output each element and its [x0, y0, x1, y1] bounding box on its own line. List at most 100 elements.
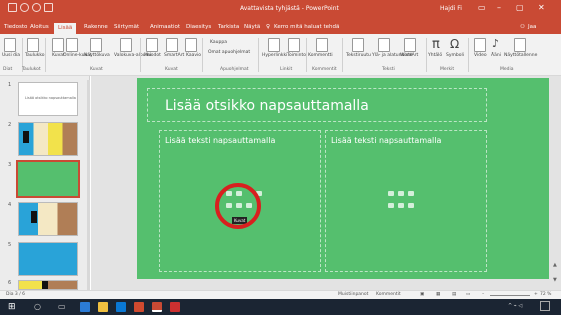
title-bar: Avattavista tyhjästä - PowerPoint Hajdi … [0, 0, 561, 22]
search-icon[interactable]: ○ [34, 302, 41, 311]
maximize-icon[interactable]: ▢ [516, 3, 524, 12]
edge-icon[interactable] [80, 302, 90, 312]
tab-nayta[interactable]: Näytä [244, 24, 260, 30]
slide-sorter-icon[interactable]: ▦ [436, 292, 440, 297]
file-explorer-icon[interactable] [98, 302, 108, 312]
share-icon[interactable]: ⚇ [520, 24, 525, 30]
slide-canvas[interactable]: Lisää otsikko napsauttamalla Lisää tekst… [137, 78, 549, 279]
close-icon[interactable]: ✕ [538, 3, 545, 12]
slide-thumbnail-2[interactable] [18, 122, 78, 156]
tab-siirtymat[interactable]: Siirtymät [114, 24, 139, 30]
present-icon[interactable] [44, 3, 53, 12]
divider [306, 38, 307, 72]
save-icon[interactable] [8, 3, 17, 12]
slide-thumbnail-6[interactable] [18, 280, 78, 290]
chrome-icon[interactable] [134, 302, 144, 312]
task-view-icon[interactable]: ▭ [58, 302, 66, 311]
text-box-label: Tekstiruutu [346, 53, 371, 58]
chart-icon[interactable] [185, 38, 197, 52]
status-bar: Dia 3 / 6 Muistiinpanot Kommentit ▣ ▦ ▤ … [0, 290, 561, 299]
pictures-icon[interactable] [388, 203, 394, 208]
group-comments: Kommentit [312, 67, 337, 72]
smartart-icon[interactable] [166, 38, 178, 52]
user-name[interactable]: Hajdi Fi [440, 5, 462, 12]
header-footer-icon[interactable] [378, 38, 390, 52]
windows-start-icon[interactable]: ⊞ [8, 302, 16, 312]
scroll-down-icon[interactable]: ▼ [553, 277, 557, 283]
my-addins-button[interactable]: Omat apuohjelmat [208, 50, 250, 55]
thumbnail-scrollbar[interactable] [87, 80, 90, 290]
hyperlink-icon[interactable] [268, 38, 280, 52]
app-icon[interactable] [170, 302, 180, 312]
chart-label: Kaavio [186, 53, 202, 58]
redo-icon[interactable] [32, 3, 41, 12]
undo-icon[interactable] [20, 3, 29, 12]
audio-icon[interactable]: ♪ [492, 37, 499, 50]
notes-button[interactable]: Muistiinpanot [338, 292, 368, 297]
store-button[interactable]: Kauppa [210, 40, 227, 45]
comment-label: Kommentti [308, 53, 333, 58]
new-slide-icon[interactable] [4, 38, 16, 52]
comments-button[interactable]: Kommentit [376, 292, 401, 297]
hyperlink-label: Hyperlinkki [262, 53, 288, 58]
store-icon[interactable] [116, 302, 126, 312]
tab-diaesitys[interactable]: Diaesitys [186, 24, 211, 30]
slide-thumbnail-3-selected[interactable] [16, 160, 80, 198]
share-button[interactable]: Jaa [528, 24, 536, 30]
zoom-slider[interactable] [490, 295, 530, 296]
thumbnail-number: 3 [8, 162, 12, 168]
tab-lisaa[interactable]: Lisää [54, 23, 77, 34]
slide-thumbnail-1[interactable]: Lisää otsikko napsauttamalla [18, 82, 78, 116]
zoom-in-icon[interactable]: + [534, 292, 538, 297]
title-placeholder[interactable]: Lisää otsikko napsauttamalla [147, 88, 487, 122]
slide-thumbnail-4[interactable] [18, 202, 78, 236]
chart-icon[interactable] [398, 191, 404, 196]
screen-recording-icon[interactable] [514, 38, 526, 52]
notifications-icon[interactable] [540, 301, 550, 311]
window-title: Avattavista tyhjästä - PowerPoint [240, 5, 339, 12]
tab-tarkista[interactable]: Tarkista [218, 24, 239, 30]
symbol-icon[interactable]: Ω [450, 37, 459, 51]
right-content-placeholder[interactable]: Lisää teksti napsauttamalla [325, 130, 487, 272]
right-content-text[interactable]: Lisää teksti napsauttamalla [331, 136, 441, 145]
online-pictures-icon[interactable] [398, 203, 404, 208]
tab-animaatiot[interactable]: Animaatiot [150, 24, 180, 30]
normal-view-icon[interactable]: ▣ [420, 292, 424, 297]
tab-rakenne[interactable]: Rakenne [84, 24, 108, 30]
left-content-placeholder[interactable]: Lisää teksti napsauttamalla Kuvat [159, 130, 321, 272]
zoom-level[interactable]: 72 % [540, 292, 551, 297]
video-icon[interactable] [408, 203, 414, 208]
lightbulb-icon: ♀ [266, 24, 271, 30]
equation-icon[interactable]: π [432, 37, 440, 52]
left-content-text[interactable]: Lisää teksti napsauttamalla [165, 136, 275, 145]
slide-thumbnail-pane: 1 Lisää otsikko napsauttamalla 2 3 4 5 6 [0, 76, 90, 290]
minimize-icon[interactable]: – [497, 3, 501, 12]
slide-thumbnail-5[interactable] [18, 242, 78, 276]
screenshot-icon[interactable] [90, 38, 102, 52]
tab-aloitus[interactable]: Aloitus [30, 24, 49, 30]
table-icon[interactable] [27, 38, 39, 52]
slide-title[interactable]: Lisää otsikko napsauttamalla [165, 98, 369, 114]
pictures-icon[interactable] [52, 38, 64, 52]
slide-counter: Dia 3 / 6 [6, 292, 26, 297]
tab-tiedosto[interactable]: Tiedosto [4, 24, 27, 30]
photo-album-icon[interactable] [120, 38, 132, 52]
zoom-out-icon[interactable]: – [482, 292, 484, 297]
system-tray[interactable]: ^ ⌁ ◁ [508, 303, 522, 309]
table-icon[interactable] [388, 191, 394, 196]
shapes-icon[interactable] [146, 38, 158, 52]
slideshow-icon[interactable]: ▭ [466, 292, 470, 297]
action-icon[interactable] [288, 38, 300, 52]
scroll-up-icon[interactable]: ▲ [553, 262, 557, 268]
divider [45, 38, 46, 72]
online-pictures-icon[interactable] [66, 38, 78, 52]
smartart-icon[interactable] [408, 191, 414, 196]
text-box-icon[interactable] [352, 38, 364, 52]
wordart-icon[interactable] [404, 38, 416, 52]
tell-me-search[interactable]: Kerro mitä haluat tehdä [274, 24, 339, 30]
powerpoint-taskbar-icon[interactable] [152, 302, 162, 312]
comment-icon[interactable] [316, 38, 328, 52]
reading-view-icon[interactable]: ▤ [452, 292, 456, 297]
video-icon[interactable] [474, 38, 486, 52]
ribbon-options-icon[interactable]: ▭ [478, 3, 486, 12]
